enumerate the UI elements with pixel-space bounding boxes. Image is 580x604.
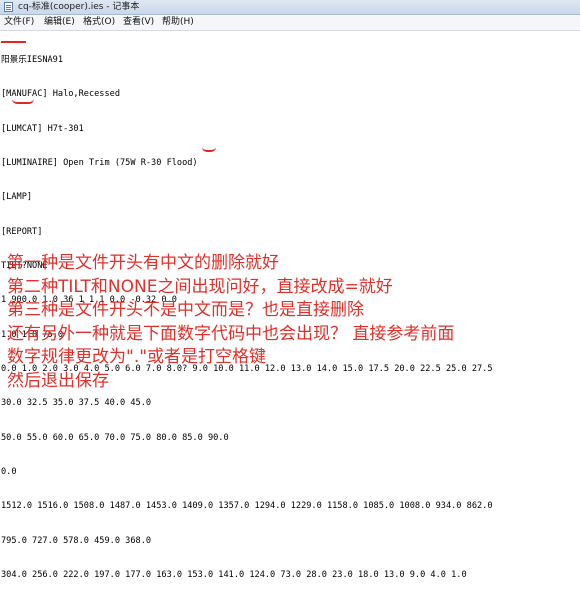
title-bar[interactable]: cq-标准(cooper).ies - 记事本	[0, 0, 580, 15]
note-line: 第二种TILT和NONE之间出现问好，直接改成=就好	[7, 276, 393, 297]
note-line: 数字规律更改为"."或者是打空格键	[7, 347, 267, 368]
text-line: 0.0	[1, 467, 17, 478]
annotation-underline-first-line	[1, 41, 26, 43]
note-line: 第一种是文件开头有中文的删除就好	[7, 253, 279, 273]
note-line: 然后退出保存	[7, 370, 109, 391]
text-line: 304.0 256.0 222.0 197.0 177.0 163.0 153.…	[1, 570, 467, 581]
text-line: 50.0 55.0 60.0 65.0 70.0 75.0 80.0 85.0 …	[1, 432, 229, 443]
stray-chinese-text: 阳景乐	[1, 54, 27, 65]
menu-help[interactable]: 帮助(H)	[162, 16, 194, 28]
text-line: 阳景乐IESNA91	[1, 55, 493, 66]
annotation-underline-tilt	[12, 99, 34, 104]
text-line: [LAMP]	[1, 192, 33, 203]
menu-view[interactable]: 查看(V)	[123, 16, 154, 28]
window-title: cq-标准(cooper).ies - 记事本	[18, 2, 140, 12]
notepad-icon	[4, 2, 13, 12]
text-line: 1512.0 1516.0 1508.0 1487.0 1453.0 1409.…	[1, 501, 493, 512]
text-line: [REPORT]	[1, 226, 43, 237]
text-line: [MANUFAC] Halo,Recessed	[1, 89, 120, 100]
text-line: 795.0 727.0 578.0 459.0 368.0	[1, 535, 152, 546]
menu-format[interactable]: 格式(O)	[83, 16, 115, 28]
menu-bar: 文件(F) 编辑(E) 格式(O) 查看(V) 帮助(H)	[0, 15, 580, 31]
menu-edit[interactable]: 编辑(E)	[44, 16, 75, 28]
instruction-notes: 第一种是文件开头有中文的删除就好 第二种TILT和NONE之间出现问好，直接改成…	[7, 252, 577, 394]
line-text: IESNA91	[26, 54, 64, 65]
note-line: 还有另外一种就是下面数字代码中也会出现？ 直接参考前面	[7, 323, 455, 344]
menu-file[interactable]: 文件(F)	[4, 16, 34, 28]
text-line: [LUMCAT] H7t-301	[1, 123, 84, 134]
text-line: 30.0 32.5 35.0 37.5 40.0 45.0	[1, 398, 152, 409]
note-line: 第三种是文件开头不是中文而是？也是直接删除	[7, 300, 364, 321]
text-line: [LUMINAIRE] Open Trim (75W R-30 Flood)	[1, 157, 198, 168]
